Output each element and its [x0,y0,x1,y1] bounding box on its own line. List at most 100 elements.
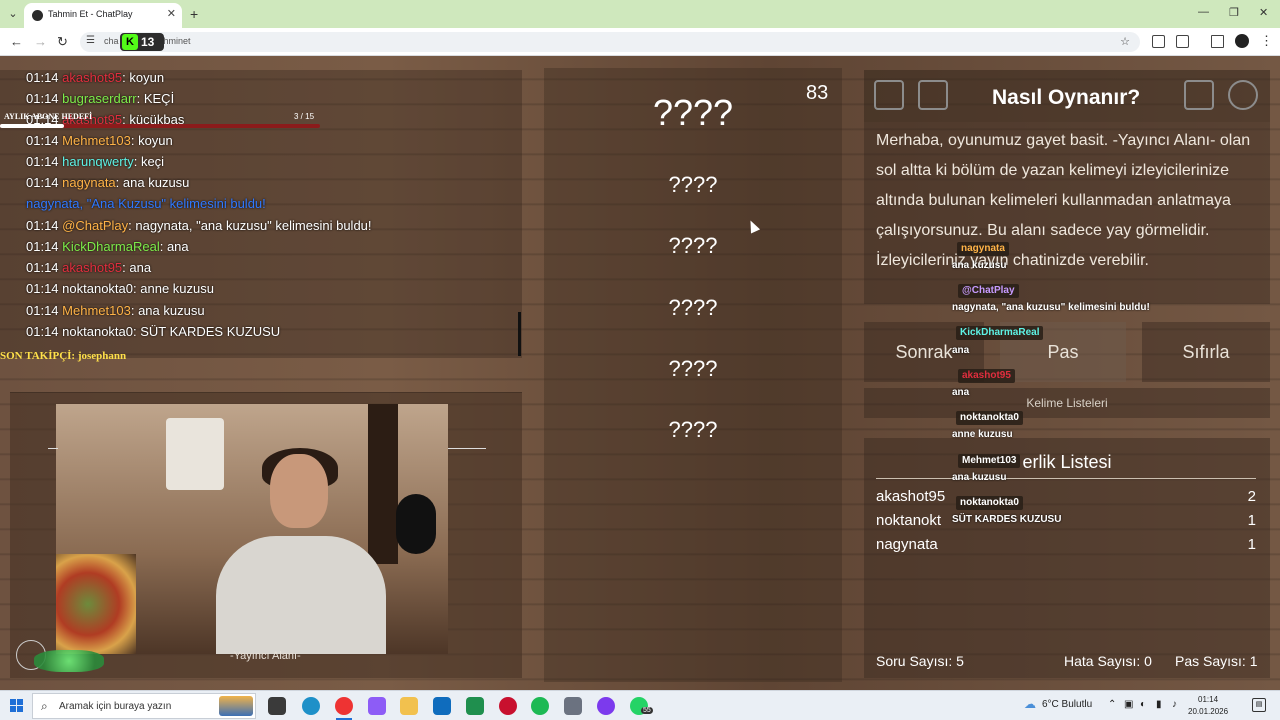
media-controls-icon[interactable] [1211,35,1224,48]
settings-gear-icon[interactable] [1228,80,1258,110]
back-icon[interactable]: ← [10,34,23,49]
subscriber-goal: AYLIK ABONE HEDEFİ 3 / 15 [0,112,320,128]
file-explorer-icon[interactable] [400,697,418,715]
tray-mic-icon[interactable]: ▮ [1156,699,1162,710]
minimize-icon[interactable]: — [1198,6,1209,18]
word-lists-button[interactable]: Kelime Listeleri [864,388,1270,418]
app-window-icon[interactable] [564,697,582,715]
pass-count: Pas Sayısı: 1 [1175,653,1258,669]
chat-username[interactable]: noktanokta0 [62,324,133,339]
chat-username[interactable]: nagynata, "Ana Kuzusu" kelimesini buldu! [26,196,266,211]
overlay-chat-username: noktanokta0 [956,411,1023,425]
goal-count: 3 / 15 [294,112,315,121]
screenshot-extension-icon[interactable] [1152,35,1165,48]
volume-icon[interactable]: ♪ [1172,699,1177,710]
streamer [206,448,386,654]
obs-icon[interactable] [499,697,517,715]
chat-separator: : [136,91,144,106]
chat-timestamp: 01:14 [26,91,59,106]
reset-button[interactable]: Sıfırla [1142,322,1270,382]
chat-username[interactable]: Mehmet103 [62,133,131,148]
discord-icon[interactable] [597,697,615,715]
forbidden-word-slot: ???? [668,417,718,442]
chat-message: 01:14 KickDharmaReal: ana [26,239,189,254]
fullscreen-icon[interactable] [874,80,904,110]
profile-avatar[interactable] [1235,34,1249,48]
chat-timestamp: 01:14 [26,218,59,233]
chat-username[interactable]: bugraserdarr [62,91,136,106]
browser-menu-icon[interactable]: ⋮ [1260,33,1273,49]
goal-progress-bar [0,124,320,128]
divider-right [448,448,486,449]
leaderboard-title: erlik Listesi [1022,452,1112,472]
chat-username[interactable]: noktanokta0 [62,281,133,296]
tab-close-icon[interactable]: ✕ [167,7,176,20]
overlay-chat-message: ana kuzusu [952,472,1007,483]
tray-app-icon[interactable]: ▣ [1124,699,1133,710]
taskbar-search[interactable]: ⌕ Aramak için buraya yazın [32,693,256,719]
chat-scrollbar[interactable] [518,312,521,356]
browser-tab[interactable]: Tahmin Et - ChatPlay ✕ [24,3,182,28]
reload-icon[interactable]: ↻ [57,34,68,50]
exit-icon[interactable] [1184,80,1214,110]
store-icon[interactable] [466,697,484,715]
chat-separator: : [130,133,139,148]
chat-username[interactable]: akashot95 [62,260,122,275]
spotify-icon[interactable] [531,697,549,715]
chrome-icon[interactable] [335,697,353,715]
chat-message: 01:14 @ChatPlay: nagynata, "ana kuzusu" … [26,218,372,233]
chat-message: 01:14 noktanokta0: anne kuzusu [26,281,214,296]
overlay-chat-message: anne kuzusu [952,429,1013,440]
chat-message: 01:14 Mehmet103: koyun [26,133,173,148]
chat-text: keçi [140,154,165,169]
chat-text: ana kuzusu [122,175,190,190]
edge-icon[interactable] [302,697,320,715]
weather-cloud-icon[interactable]: ☁ [1024,697,1036,711]
copilot-icon[interactable] [368,697,386,715]
task-view-icon[interactable] [268,697,286,715]
notification-icon[interactable]: ▤ [1252,698,1266,712]
omnibox[interactable]: ☰ cha r/games/tahminet K13 ☆ [80,32,1140,52]
tray-chevron-icon[interactable]: ⌃ [1108,699,1116,710]
search-icon: ⌕ [41,699,48,713]
chat-username[interactable]: Mehmet103 [62,303,131,318]
overlay-chat-username: Mehmet103 [958,454,1021,468]
kick-overlay-badge: K 13 [120,33,164,51]
chat-text: KEÇİ [143,91,175,106]
chat-username[interactable]: nagynata [62,175,116,190]
weather-text[interactable]: 6°C Bulutlu [1042,699,1092,710]
outlook-icon[interactable] [433,697,451,715]
chat-message: 01:14 akashot95: koyun [26,70,164,85]
streamer-head [270,454,328,528]
chat-text: ana [129,260,152,275]
new-tab-icon[interactable]: + [190,6,198,22]
forbidden-word-slot: ???? [668,295,718,320]
chat-text: nagynata, "ana kuzusu" kelimesini buldu! [135,218,372,233]
bookmark-star-icon[interactable]: ☆ [1120,35,1130,48]
chat-text: anne kuzusu [140,281,214,296]
extensions-icon[interactable] [1176,35,1189,48]
chat-username[interactable]: akashot95 [62,70,122,85]
tray-app-icon[interactable]: ◐ [1140,699,1146,710]
tab-list-chevron-icon[interactable]: ⌄ [4,5,22,23]
chat-username[interactable]: harunqwerty [62,154,134,169]
windows-start-icon[interactable] [10,699,24,713]
restore-icon[interactable]: ❐ [1229,6,1239,19]
chat-text: ana [166,239,189,254]
overlay-chat-username: nagynata [957,242,1009,256]
forward-icon[interactable]: → [34,34,47,49]
overlay-chat-message: ana [952,345,970,356]
chat-message: 01:14 nagynata: ana kuzusu [26,175,189,190]
taskbar-clock[interactable]: 01:14 20.01.2026 [1188,694,1228,718]
webcam-painting [56,554,136,654]
notes-icon[interactable] [918,80,948,110]
streamer-area-caption: -Yayıncı Alanı- [230,650,301,662]
tab-favicon-icon [32,10,43,21]
chat-timestamp: 01:14 [26,133,59,148]
instructions-text: Merhaba, oyunumuz gayet basit. -Yayıncı … [864,122,1270,304]
site-info-icon[interactable]: ☰ [86,35,95,46]
chat-username[interactable]: KickDharmaReal [62,239,160,254]
close-window-icon[interactable]: ✕ [1259,6,1268,19]
chat-username[interactable]: @ChatPlay [62,218,128,233]
search-highlight-image [219,696,253,716]
